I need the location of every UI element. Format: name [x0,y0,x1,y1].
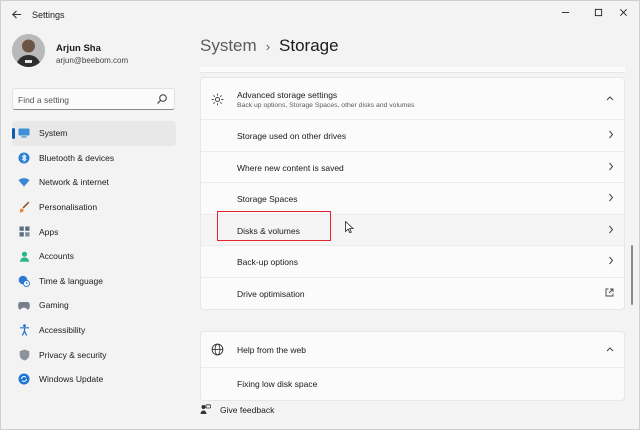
accessibility-icon [19,324,29,336]
row-label: Back-up options [237,257,298,267]
content-pane: Advanced storage settings Back up option… [200,67,625,405]
row-label: Storage used on other drives [237,131,347,141]
avatar[interactable] [12,34,45,67]
sidebar-item-label: Bluetooth & devices [39,152,115,163]
sidebar-item-label: Network & internet [39,177,109,188]
profile-email: arjun@beebom.com [56,56,129,65]
sidebar-item-label: Gaming [39,300,69,311]
close-button[interactable] [609,3,637,27]
advanced-storage-title: Advanced storage settings [237,90,338,100]
gear-icon [211,93,224,106]
help-card: Help from the web Fixing low disk space [200,331,625,401]
external-link-icon [605,288,614,296]
row-where-new-content-saved[interactable]: Where new content is saved [201,152,624,183]
help-title: Help from the web [237,345,306,355]
row-storage-spaces[interactable]: Storage Spaces [201,183,624,215]
breadcrumb-parent[interactable]: System [200,36,257,56]
update-icon [18,373,30,385]
settings-window: Settings Arjun Sha arjun@beebom.com Syst… [0,0,640,430]
sidebar-item-label: Windows Update [39,374,104,385]
sidebar-item-label: Accessibility [39,325,86,336]
brush-icon [19,201,30,213]
sidebar-item-privacy[interactable]: Privacy & security [12,342,176,367]
chevron-up-icon[interactable] [606,95,614,101]
give-feedback-link[interactable]: Give feedback [200,404,274,415]
chevron-right-icon [609,225,614,233]
advanced-storage-subtitle: Back up options, Storage Spaces, other d… [237,102,415,109]
search-icon[interactable] [156,93,168,105]
sidebar-item-windows-update[interactable]: Windows Update [12,367,176,392]
title-bar: Settings [1,1,639,31]
back-arrow-icon [11,10,21,19]
row-label: Where new content is saved [237,162,344,173]
gamepad-icon [18,301,30,310]
avatar-photo [12,34,45,67]
scrollbar-thumb[interactable] [631,245,633,305]
globe-icon [211,343,224,356]
sidebar-nav: System Bluetooth & devices Network & int… [12,121,176,392]
app-title: Settings [32,10,65,20]
sidebar-item-gaming[interactable]: Gaming [12,293,176,318]
feedback-label: Give feedback [220,404,275,415]
minimize-icon [561,12,569,13]
breadcrumb: System › Storage [200,36,339,56]
back-button[interactable] [7,7,25,25]
breadcrumb-separator: › [265,39,271,54]
row-label: Drive optimisation [237,288,305,299]
sidebar-item-label: System [39,128,68,139]
sidebar-item-label: Personalisation [39,202,98,213]
sidebar-item-accessibility[interactable]: Accessibility [12,318,176,343]
maximize-button[interactable] [584,3,612,27]
row-storage-other-drives[interactable]: Storage used on other drives [201,120,624,152]
monitor-icon [18,128,30,138]
row-disks-volumes[interactable]: Disks & volumes [201,214,624,246]
bluetooth-icon [18,152,30,164]
sidebar-item-network[interactable]: Network & internet [12,170,176,195]
shield-icon [19,349,29,361]
maximize-icon [594,8,602,17]
profile-name: Arjun Sha [56,43,101,54]
search-box[interactable] [12,88,175,110]
apps-icon [19,226,29,237]
previous-card-edge [200,67,625,73]
sidebar-item-personalisation[interactable]: Personalisation [12,195,176,220]
minimize-button[interactable] [551,3,579,27]
close-icon [619,9,627,16]
row-label: Storage Spaces [237,194,298,204]
sidebar-item-system[interactable]: System [12,121,176,146]
row-drive-optimisation[interactable]: Drive optimisation [201,278,624,310]
sidebar-item-bluetooth[interactable]: Bluetooth & devices [12,146,176,171]
row-label: Fixing low disk space [237,379,318,389]
search-input[interactable] [18,92,153,107]
sidebar-item-accounts[interactable]: Accounts [12,244,176,269]
row-fixing-low-disk-space[interactable]: Fixing low disk space [201,368,624,400]
chevron-right-icon [609,256,614,265]
sidebar-item-label: Privacy & security [39,349,107,360]
advanced-storage-card: Advanced storage settings Back up option… [200,77,625,310]
sidebar-item-time-language[interactable]: Time & language [12,269,176,294]
chevron-right-icon [609,162,614,170]
advanced-storage-header[interactable]: Advanced storage settings Back up option… [201,78,624,120]
sidebar-item-label: Accounts [39,251,74,262]
chevron-right-icon [609,130,614,139]
sidebar-item-label: Time & language [39,275,103,286]
wifi-icon [18,178,30,187]
person-icon [19,251,29,262]
sidebar-item-apps[interactable]: Apps [12,219,176,244]
sidebar-item-label: Apps [39,226,59,237]
page-title: Storage [279,36,339,55]
row-label: Disks & volumes [237,225,300,236]
clock-globe-icon [18,275,30,287]
chevron-right-icon [609,193,614,202]
help-header[interactable]: Help from the web [201,332,624,368]
mouse-cursor-icon [345,221,354,233]
feedback-icon [200,404,211,414]
chevron-up-icon[interactable] [606,346,614,352]
row-backup-options[interactable]: Back-up options [201,246,624,278]
